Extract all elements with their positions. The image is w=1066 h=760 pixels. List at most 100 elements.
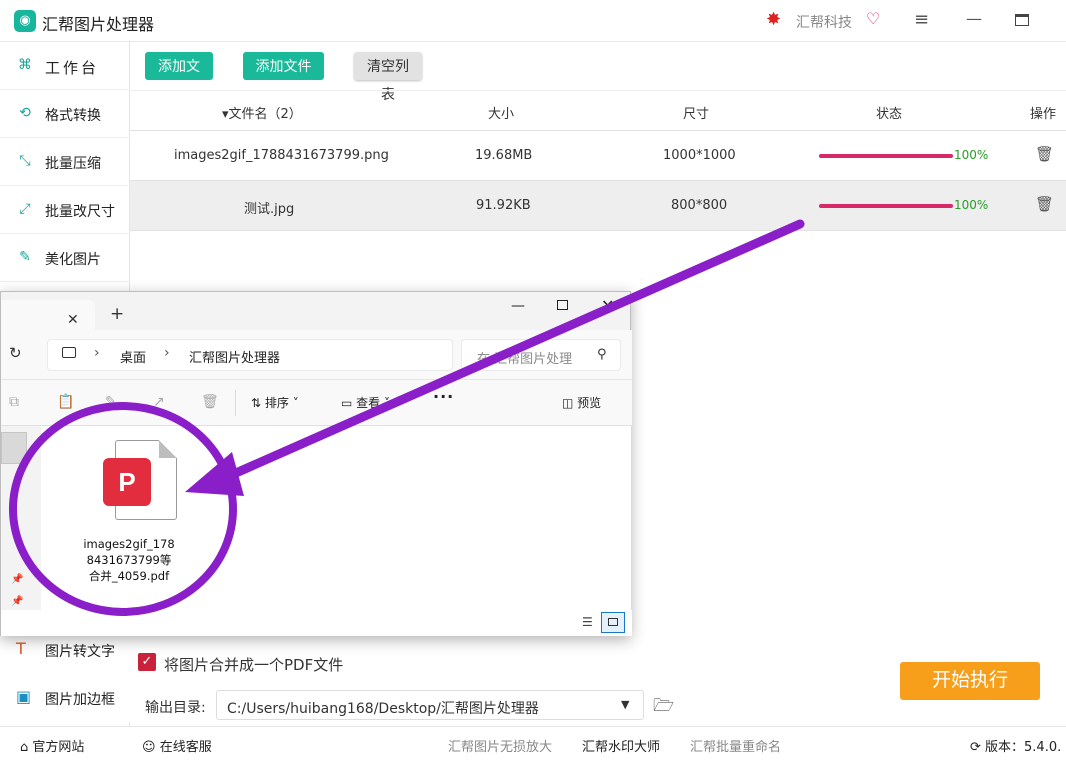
sidebar-item-label: 图片加边框 <box>45 692 115 708</box>
chevron-right-icon: › <box>94 345 100 361</box>
sort-label: 排序 <box>264 396 289 410</box>
border-icon: ▣ <box>16 687 32 706</box>
address-row: ↻ › 桌面 › 汇帮图片处理器 在 汇帮图片处理 ⚲ <box>1 330 632 380</box>
delete-icon[interactable]: 🗑 <box>1035 195 1054 213</box>
add-file-button[interactable]: 添加文件 <box>145 52 213 102</box>
start-button[interactable]: 开始执行 <box>900 662 1040 700</box>
app-title: 汇帮图片处理器 <box>42 15 155 34</box>
close-tab-icon[interactable]: ✕ <box>67 312 79 328</box>
new-tab-icon[interactable]: + <box>110 304 124 324</box>
sidebar-item-workbench[interactable]: ⌘ 工作台 <box>0 42 130 90</box>
view-button[interactable]: ▭ 查看 ˅ <box>341 394 390 411</box>
sidebar-item-label: 图片转文字 <box>45 644 115 660</box>
pdf-file-item[interactable]: P images2gif_178 8431673799等 合并_4059.pdf <box>69 432 189 583</box>
search-icon: ⚲ <box>597 347 607 362</box>
sidebar-item-label: 格式转换 <box>45 108 101 124</box>
pin-icon: 📌 <box>11 596 24 607</box>
title-bar: ◉ 汇帮图片处理器 ✸ 汇帮科技 ♡ ≡ — <box>0 0 1066 42</box>
favorite-icon[interactable]: ♡ <box>866 9 880 28</box>
file-size-cell: 91.92KB <box>476 198 531 213</box>
workbench-icon: ⌘ <box>18 57 32 73</box>
file-list-area: P images2gif_178 8431673799等 合并_4059.pdf <box>41 426 631 610</box>
share-icon[interactable]: ↗ <box>153 394 165 410</box>
divider <box>235 390 236 416</box>
clear-list-button[interactable]: 清空列表 <box>354 52 422 102</box>
sidebar-item-batch-resize[interactable]: ⤢ 批量改尺寸 <box>0 186 130 234</box>
sidebar-item-label: 工作台 <box>45 59 100 77</box>
resize-icon: ⤢ <box>19 201 31 217</box>
support-link[interactable]: ☺ 在线客服 <box>142 736 212 755</box>
brand-logo-icon: ✸ <box>766 9 782 30</box>
preview-button[interactable]: ◫ 预览 <box>562 394 601 411</box>
page-fold <box>159 440 177 458</box>
column-size-header: 大小 <box>488 107 515 122</box>
explorer-tab[interactable]: ✕ <box>1 300 95 330</box>
more-options-button[interactable]: ··· <box>433 387 454 406</box>
breadcrumb-folder[interactable]: 汇帮图片处理器 <box>189 347 280 366</box>
file-name-cell: images2gif_1788431673799.png <box>174 148 389 163</box>
product-link[interactable]: 汇帮水印大师 <box>582 736 660 755</box>
app-logo-icon: ◉ <box>14 10 36 32</box>
pin-icon: 📌 <box>11 574 24 585</box>
menu-icon[interactable]: ≡ <box>914 9 929 30</box>
computer-icon <box>62 347 76 358</box>
sidebar-item-label: 美化图片 <box>45 252 101 268</box>
product-link[interactable]: 汇帮图片无损放大 <box>448 736 552 755</box>
details-view-icon[interactable]: ☰ <box>582 615 593 629</box>
sort-button[interactable]: ⇅ 排序 ˅ <box>251 394 299 411</box>
sidebar-item-add-border[interactable]: ▣ 图片加边框 <box>0 674 130 722</box>
refresh-icon[interactable]: ↻ <box>9 344 22 362</box>
website-label: 官方网站 <box>32 740 85 755</box>
version-info: ⟳ 版本：5.4.0. <box>970 740 1062 755</box>
delete-icon[interactable]: 🗑 <box>1035 145 1054 163</box>
website-link[interactable]: ⌂ 官方网站 <box>20 736 84 755</box>
paste-icon[interactable]: 📋 <box>57 394 74 410</box>
file-dimensions-cell: 800*800 <box>671 198 728 213</box>
file-explorer-window: ✕ + — ✕ ↻ › 桌面 › 汇帮图片处理器 在 汇帮图片处理 ⚲ ⧉ 📋 … <box>0 291 632 636</box>
minimize-icon[interactable]: — <box>511 298 525 314</box>
table-row[interactable]: images2gif_1788431673799.png 19.68MB 100… <box>130 131 1066 181</box>
address-bar[interactable]: › 桌面 › 汇帮图片处理器 <box>47 339 453 371</box>
output-dir-label: 输出目录: <box>145 700 206 716</box>
sidebar-item-beautify[interactable]: ✎ 美化图片 <box>0 234 130 282</box>
copy-icon[interactable]: ⧉ <box>9 394 19 410</box>
explorer-status-bar: ☰ <box>1 610 632 636</box>
merge-pdf-label: 将图片合并成一个PDF文件 <box>164 656 344 674</box>
progress-percent: 100% <box>954 148 989 162</box>
file-name-line: 8431673799等 <box>86 553 172 567</box>
close-icon[interactable]: ✕ <box>601 296 614 315</box>
maximize-icon[interactable] <box>557 300 568 310</box>
delete-icon[interactable]: 🗑 <box>201 394 219 410</box>
column-action-header: 操作 <box>1030 107 1057 122</box>
breadcrumb-desktop[interactable]: 桌面 <box>120 347 146 366</box>
version-label: 版本：5.4.0. <box>985 740 1062 755</box>
product-link[interactable]: 汇帮批量重命名 <box>690 736 781 755</box>
column-status-header: 状态 <box>876 107 903 122</box>
convert-icon: ⟲ <box>19 105 31 121</box>
ocr-icon: T <box>16 639 26 658</box>
rename-icon[interactable]: ✎ <box>105 394 117 410</box>
merge-pdf-checkbox[interactable]: ✓ <box>138 653 156 671</box>
table-row[interactable]: 测试.jpg 91.92KB 800*800 100% 🗑 <box>130 181 1066 231</box>
maximize-icon[interactable] <box>1015 14 1029 26</box>
minimize-icon[interactable]: — <box>966 9 982 28</box>
sidebar-item-batch-compress[interactable]: ⤡ 批量压缩 <box>0 138 130 186</box>
file-size-cell: 19.68MB <box>475 148 533 163</box>
open-folder-icon[interactable]: 🗁 <box>653 693 674 722</box>
output-dir-select[interactable]: C:/Users/huibang168/Desktop/汇帮图片处理器 ▼ <box>216 690 644 720</box>
add-folder-button[interactable]: 添加文件夹 <box>243 52 324 102</box>
column-name-header[interactable]: ▾文件名（2） <box>222 103 302 122</box>
column-dimensions-header: 尺寸 <box>683 107 710 122</box>
sidebar-item-format-convert[interactable]: ⟲ 格式转换 <box>0 90 130 138</box>
search-input[interactable]: 在 汇帮图片处理 ⚲ <box>461 339 621 371</box>
file-name-line: 合并_4059.pdf <box>88 569 170 583</box>
file-table-header: ▾文件名（2） 大小 尺寸 状态 操作 <box>130 90 1066 131</box>
progress-bar <box>819 154 953 158</box>
output-settings: ✓ 将图片合并成一个PDF文件 输出目录: C:/Users/huibang16… <box>130 636 1066 726</box>
app-window: ◉ 汇帮图片处理器 ✸ 汇帮科技 ♡ ≡ — ⌘ 工作台 ⟲ 格式转换 ⤡ 批量… <box>0 0 1066 760</box>
search-placeholder: 在 汇帮图片处理 <box>477 352 573 367</box>
tiles-view-icon[interactable] <box>601 612 625 633</box>
output-dir-value: C:/Users/huibang168/Desktop/汇帮图片处理器 <box>227 701 539 717</box>
nav-selected-item[interactable] <box>1 432 27 464</box>
file-name-cell: 测试.jpg <box>244 202 295 217</box>
